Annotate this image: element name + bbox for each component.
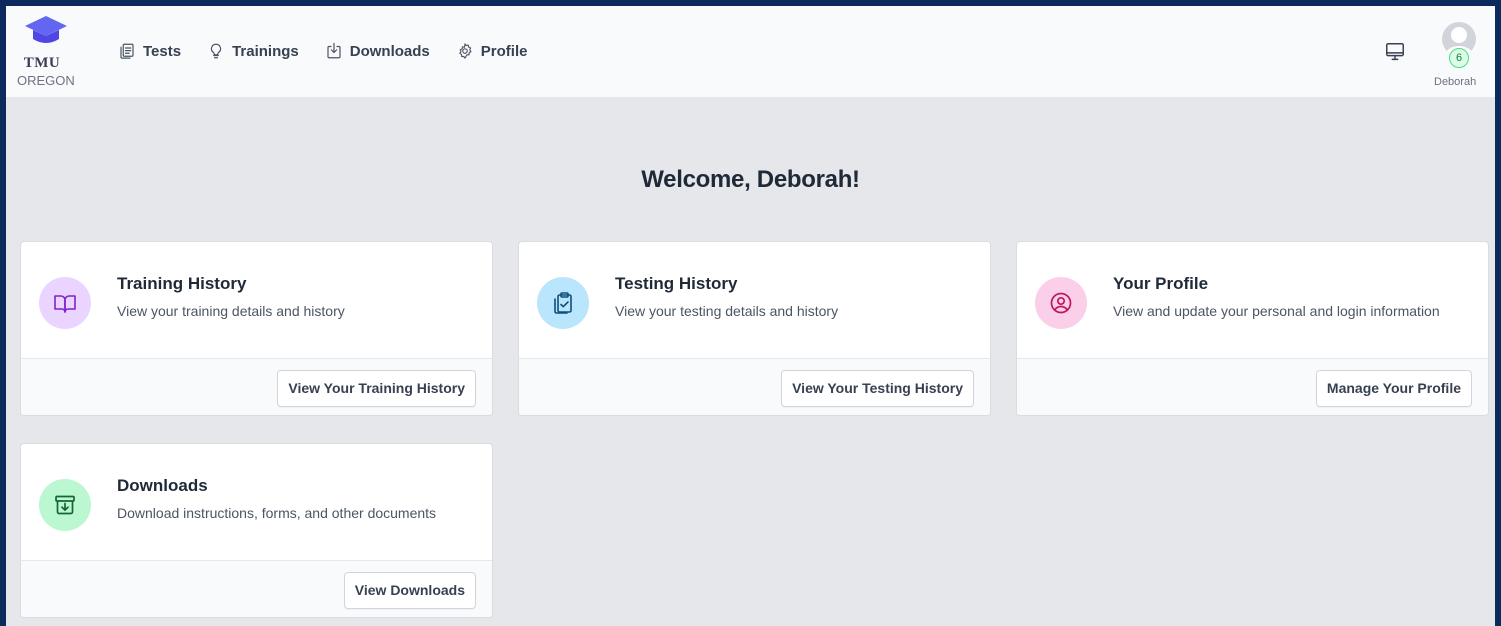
clipboard-list-icon (120, 43, 134, 59)
nav-profile[interactable]: Profile (456, 42, 528, 60)
page-title: Welcome, Deborah! (641, 166, 860, 193)
book-open-icon (54, 295, 76, 313)
card-title: Testing History (615, 274, 738, 293)
card-title: Downloads (117, 476, 208, 495)
card-training-history: Training History View your training deta… (20, 241, 493, 416)
user-menu[interactable]: 6 Deborah (1430, 20, 1490, 94)
view-training-history-button[interactable]: View Your Training History (277, 370, 476, 407)
notification-badge: 6 (1449, 48, 1469, 68)
nav-profile-label: Profile (480, 42, 528, 60)
app-window: TMU OREGON Tests Trainings Downloads Pro… (6, 6, 1495, 626)
brand-logo[interactable]: TMU OREGON (14, 14, 84, 94)
card-testing-history: Testing History View your testing detail… (518, 241, 991, 416)
card-description: View your training details and history (117, 303, 345, 319)
nav-trainings-label: Trainings (232, 42, 299, 60)
card-title: Your Profile (1113, 274, 1209, 293)
brand-region: OREGON (17, 73, 75, 88)
card-footer: View Downloads (21, 560, 492, 617)
card-icon-circle (537, 277, 589, 329)
gear-icon (459, 43, 472, 59)
manage-profile-button[interactable]: Manage Your Profile (1315, 370, 1472, 407)
graduation-cap-icon (25, 16, 67, 43)
nav-trainings[interactable]: Trainings (207, 42, 299, 60)
card-footer: Manage Your Profile (1017, 358, 1488, 415)
card-body: Downloads Download instructions, forms, … (21, 444, 492, 562)
nav-downloads[interactable]: Downloads (325, 42, 430, 60)
lightbulb-icon (210, 43, 222, 59)
archive-download-icon (55, 495, 75, 515)
download-icon (327, 42, 341, 59)
user-circle-icon (1050, 292, 1072, 314)
view-testing-history-button[interactable]: View Your Testing History (781, 370, 974, 407)
nav-tests[interactable]: Tests (118, 42, 181, 60)
top-navbar: TMU OREGON Tests Trainings Downloads Pro… (6, 6, 1495, 97)
card-description: Download instructions, forms, and other … (117, 505, 437, 521)
nav-tests-label: Tests (143, 42, 182, 60)
card-icon-circle (39, 277, 91, 329)
brand-name: TMU (23, 55, 61, 71)
card-body: Training History View your training deta… (21, 242, 492, 360)
main-nav: Tests Trainings Downloads Profile (118, 42, 553, 60)
card-icon-circle (1035, 277, 1087, 329)
user-name: Deborah (1434, 76, 1477, 88)
card-title: Training History (117, 274, 247, 293)
card-footer: View Your Training History (21, 358, 492, 415)
card-icon-circle (39, 479, 91, 531)
card-your-profile: Your Profile View and update your person… (1016, 241, 1489, 416)
clipboard-check-icon (554, 292, 572, 314)
card-description: View your testing details and history (615, 303, 839, 319)
card-description: View and update your personal and login … (1113, 303, 1440, 319)
nav-downloads-label: Downloads (349, 42, 430, 60)
view-downloads-button[interactable]: View Downloads (343, 572, 476, 609)
monitor-icon[interactable] (1384, 41, 1406, 63)
card-downloads: Downloads Download instructions, forms, … (20, 443, 493, 618)
card-body: Testing History View your testing detail… (519, 242, 990, 360)
card-body: Your Profile View and update your person… (1017, 242, 1488, 360)
card-footer: View Your Testing History (519, 358, 990, 415)
